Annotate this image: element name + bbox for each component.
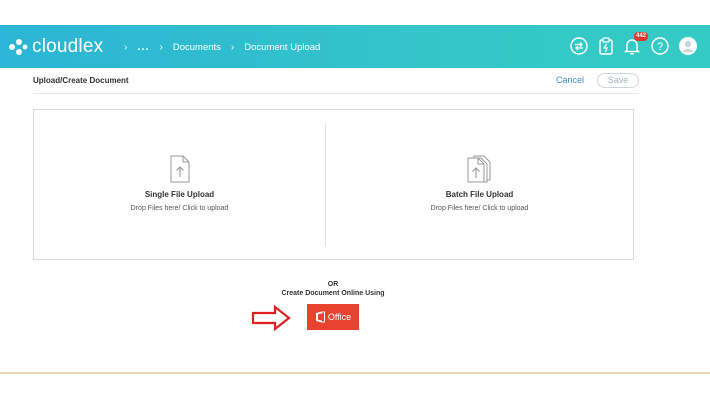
help-icon[interactable]: ? xyxy=(650,36,670,56)
transfer-icon[interactable] xyxy=(569,36,589,56)
single-upload-title: Single File Upload xyxy=(144,190,215,199)
bottom-divider xyxy=(0,372,710,374)
app-name: cloudlex xyxy=(32,36,104,57)
cloudlex-logo-icon xyxy=(9,39,28,55)
breadcrumb-more[interactable]: ... xyxy=(137,41,149,53)
file-upload-icon xyxy=(170,155,189,183)
breadcrumb: › ... › Documents › Document Upload xyxy=(114,40,320,54)
batch-upload-subtitle: Drop Files here/ Click to upload xyxy=(430,205,529,212)
top-nav-bar: cloudlex › ... › Documents › Document Up… xyxy=(0,25,710,68)
batch-file-upload-zone[interactable]: Batch File Upload Drop Files here/ Click… xyxy=(326,110,633,259)
office-button[interactable]: Office xyxy=(307,304,359,330)
office-button-label: Office xyxy=(327,312,352,322)
chevron-right-icon: › xyxy=(230,41,235,53)
save-button[interactable]: Save xyxy=(597,73,639,88)
office-logo-icon xyxy=(315,311,325,323)
header-divider xyxy=(33,93,639,94)
avatar-icon[interactable] xyxy=(678,36,698,56)
notification-badge: 442 xyxy=(634,32,649,41)
breadcrumb-documents[interactable]: Documents xyxy=(173,42,221,53)
chevron-right-icon: › xyxy=(124,41,128,53)
clipboard-icon[interactable] xyxy=(596,36,616,56)
chevron-right-icon: › xyxy=(159,41,163,53)
breadcrumb-document-upload: Document Upload xyxy=(244,41,321,53)
single-upload-subtitle: Drop Files here/ Click to upload xyxy=(130,205,229,212)
batch-upload-icon xyxy=(467,155,490,183)
or-label: OR xyxy=(327,281,339,288)
batch-upload-title: Batch File Upload xyxy=(445,190,514,199)
single-file-upload-zone[interactable]: Single File Upload Drop Files here/ Clic… xyxy=(34,110,325,259)
svg-text:?: ? xyxy=(657,41,663,53)
app-logo[interactable]: cloudlex xyxy=(8,35,103,59)
create-online-prompt: Create Document Online Using xyxy=(281,290,385,297)
upload-card: Single File Upload Drop Files here/ Clic… xyxy=(33,109,634,260)
arrow-right-icon xyxy=(251,305,291,331)
page-title: Upload/Create Document xyxy=(33,76,129,85)
cancel-button[interactable]: Cancel xyxy=(556,75,584,85)
